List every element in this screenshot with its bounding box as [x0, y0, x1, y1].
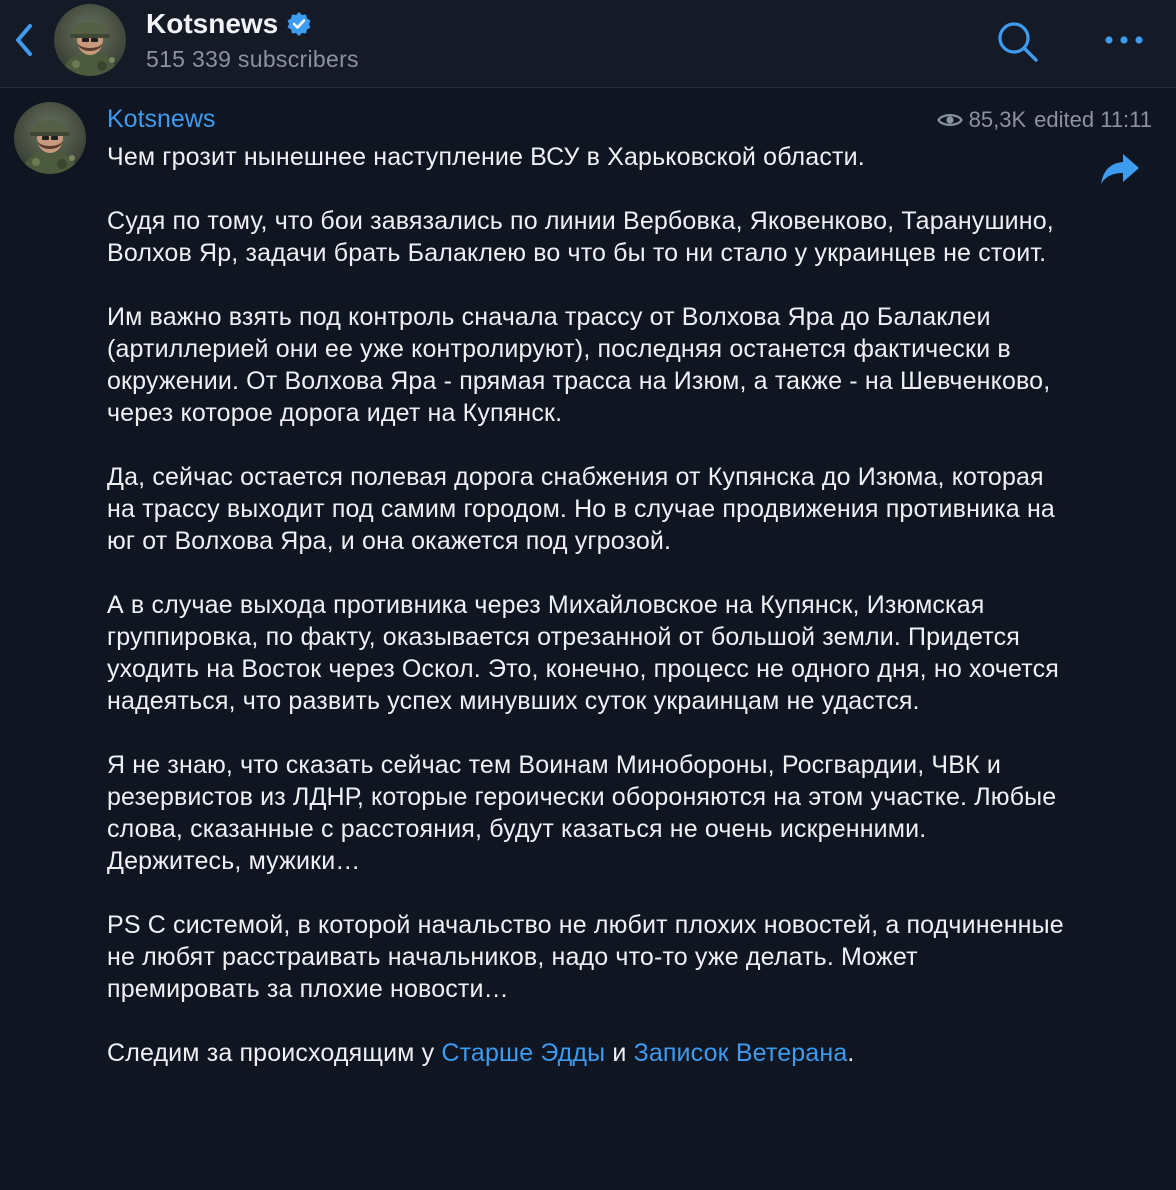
back-button[interactable] — [8, 20, 40, 60]
final-middle: и — [605, 1039, 634, 1067]
share-arrow-icon — [1101, 154, 1139, 184]
post-paragraph: Да, сейчас остается полевая дорога снабж… — [107, 463, 1055, 555]
link-zapisok-veterana[interactable]: Записок Ветерана — [634, 1039, 848, 1067]
more-dots-icon — [1105, 36, 1143, 44]
post-paragraph: PS С системой, в которой начальство не л… — [107, 911, 1064, 1003]
chevron-left-icon — [16, 24, 32, 56]
post-paragraph: Чем грозит нынешнее наступление ВСУ в Ха… — [107, 143, 865, 171]
view-count: 85,3K — [968, 107, 1027, 132]
search-button[interactable] — [994, 18, 1042, 66]
post-text: Чем грозит нынешнее наступление ВСУ в Ха… — [107, 141, 1067, 1069]
channel-name: Kotsnews — [146, 8, 279, 39]
verified-badge-icon — [287, 12, 311, 36]
post-paragraph: А в случае выхода противника через Михай… — [107, 591, 1059, 715]
post-author-avatar[interactable] — [14, 102, 86, 174]
link-starshe-eddy[interactable]: Старше Эдды — [441, 1039, 605, 1067]
subscriber-count: 515 339 subscribers — [146, 46, 359, 72]
post-meta: 85,3K edited 11:11 — [936, 104, 1152, 136]
post-paragraph: Судя по тому, что бои завязались по лини… — [107, 207, 1054, 267]
post-author-name[interactable]: Kotsnews — [107, 103, 215, 135]
more-button[interactable] — [1100, 24, 1148, 56]
post-final-paragraph: Следим за происходящим у Старше Эдды и З… — [107, 1037, 1067, 1069]
edited-time: edited 11:11 — [1034, 107, 1152, 132]
eye-icon — [936, 114, 963, 126]
final-suffix: . — [847, 1039, 855, 1067]
channel-header: Kotsnews 515 339 subscribers — [0, 0, 1176, 88]
channel-avatar[interactable] — [54, 4, 126, 76]
final-prefix: Следим за происходящим у — [107, 1039, 442, 1067]
search-icon — [998, 22, 1038, 62]
share-button[interactable] — [1099, 150, 1141, 188]
post-paragraph: Им важно взять под контроль сначала трас… — [107, 303, 1051, 427]
post-paragraph: Я не знаю, что сказать сейчас тем Воинам… — [107, 751, 1057, 875]
channel-title[interactable]: Kotsnews — [146, 7, 312, 41]
